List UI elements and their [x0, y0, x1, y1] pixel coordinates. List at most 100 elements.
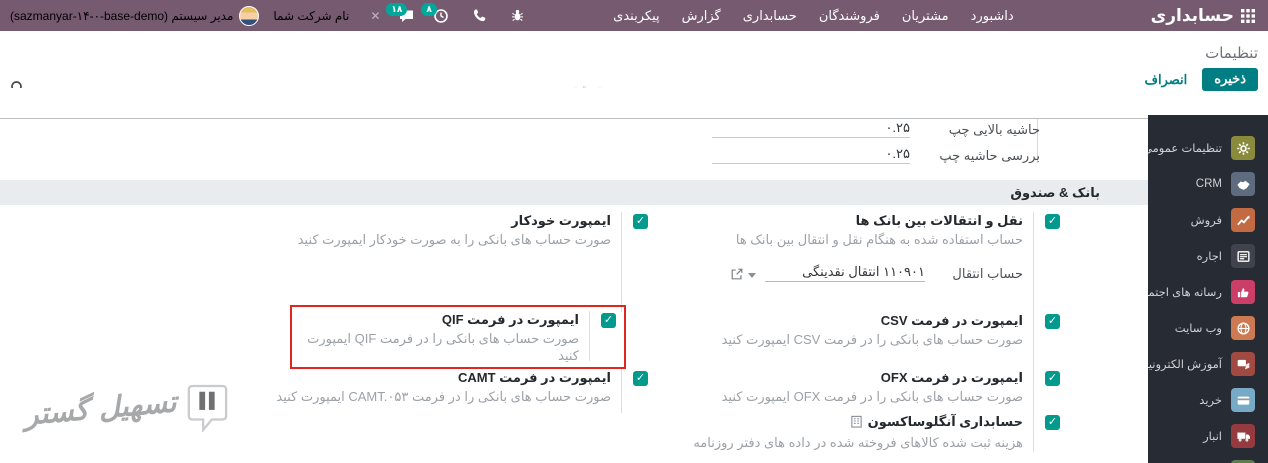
section-header-bank-cash: بانک & صندوق — [0, 180, 1148, 205]
settings-sidebar: تنظیمات عمومی CRM فروش اجاره رسانه های ا… — [1148, 115, 1268, 463]
nav-item-accounting[interactable]: حسابداری — [732, 0, 808, 31]
checkbox-anglo-saxon[interactable] — [1045, 415, 1060, 430]
app-title[interactable]: حسابداری — [1151, 6, 1234, 26]
systray-x-icon[interactable]: ✕ — [370, 9, 380, 23]
transfer-account-field: حساب انتقال ۱۱۰۹۰۱ انتقال نقدینگی — [652, 264, 1023, 283]
setting-description: هزینه ثبت شده کالاهای فروخته شده در داده… — [693, 435, 1023, 451]
sidebar-item-general-settings[interactable]: تنظیمات عمومی — [1148, 130, 1268, 166]
checkbox-csv-import[interactable] — [1045, 314, 1060, 329]
transfer-account-value[interactable]: ۱۱۰۹۰۱ انتقال نقدینگی — [765, 264, 925, 283]
checkbox-ofx-import[interactable] — [1045, 371, 1060, 386]
setting-qif-import-highlighted: ایمپورت در فرمت QIF صورت حساب های بانکی … — [290, 305, 626, 369]
gear-icon — [1231, 136, 1255, 160]
field-label: حاشیه بالایی چپ — [948, 122, 1040, 137]
sidebar-item-label: وب سایت — [1174, 323, 1222, 335]
checkbox-auto-import[interactable] — [633, 214, 648, 229]
sidebar-item-partial[interactable] — [1148, 454, 1268, 463]
field-label: حساب انتقال — [952, 266, 1023, 282]
nav-item-configuration[interactable]: پیکربندی — [602, 0, 670, 31]
messages-icon[interactable]: ۱۸ — [386, 2, 415, 24]
settings-form: حاشیه بالایی چپ ۰.۲۵ بررسی حاشیه چپ ۰.۲۵… — [0, 88, 1148, 463]
field-check-left-margin: بررسی حاشیه چپ ۰.۲۵ — [712, 143, 1040, 164]
setting-description: حساب استفاده شده به هنگام نقل و انتقال ب… — [735, 232, 1023, 248]
company-switcher[interactable]: نام شرکت شما — [273, 9, 349, 23]
sidebar-item-purchase[interactable]: خرید — [1148, 382, 1268, 418]
sidebar-item-label: فروش — [1190, 215, 1222, 227]
setting-title: ایمپورت در فرمت CSV — [880, 313, 1023, 328]
sidebar-item-label: رسانه های اجتماعی — [1148, 287, 1222, 299]
handshake-icon — [1231, 172, 1255, 196]
activities-badge: ۸ — [421, 2, 437, 16]
setting-title: ایمپورت در فرمت CAMT — [457, 370, 611, 385]
discard-button[interactable]: انصراف — [1145, 72, 1188, 88]
control-panel: تنظیمات ذخیره انصراف — [0, 31, 1268, 104]
breadcrumb: تنظیمات — [1205, 45, 1258, 62]
sidebar-item-label: خرید — [1199, 395, 1222, 407]
sidebar-item-label: CRM — [1195, 178, 1222, 190]
apps-menu-icon[interactable] — [1234, 8, 1268, 24]
watermark-shield-icon — [187, 384, 227, 432]
thumbs-up-icon — [1231, 280, 1255, 304]
nav-item-vendors[interactable]: فروشندگان — [808, 0, 891, 31]
sidebar-item-elearning[interactable]: آموزش الکترونیکی — [1148, 346, 1268, 382]
save-button[interactable]: ذخیره — [1202, 68, 1258, 91]
avatar — [239, 5, 260, 26]
checkbox-camt-import[interactable] — [633, 371, 648, 386]
external-link-icon[interactable] — [730, 267, 744, 281]
watermark-logo: تسهیل گستر — [22, 384, 229, 432]
sidebar-item-sales[interactable]: فروش — [1148, 202, 1268, 238]
phone-icon[interactable] — [472, 8, 487, 23]
sidebar-item-label: اجاره — [1196, 251, 1222, 263]
setting-description: صورت حساب های بانکی را در فرمت CSV ایمپو… — [721, 332, 1023, 348]
credit-card-icon — [1231, 388, 1255, 412]
elearning-icon — [1231, 352, 1255, 376]
setting-ofx-import: ایمپورت در فرمت OFX صورت حساب های بانکی … — [648, 369, 1060, 413]
sidebar-item-label: انبار — [1203, 431, 1222, 443]
systray: مدیر سیستم (sazmanyar-۱۴-۰-base-demo) نا… — [0, 0, 534, 31]
field-value[interactable]: ۰.۲۵ — [712, 120, 910, 138]
main-menu: داشبورد مشتریان فروشندگان حسابداری گزارش… — [602, 0, 1024, 31]
checkbox-qif-import[interactable] — [601, 313, 616, 328]
sidebar-item-label: آموزش الکترونیکی — [1148, 359, 1222, 371]
nav-item-customers[interactable]: مشتریان — [891, 0, 960, 31]
setting-auto-import: ایمپورت خودکار صورت حساب های بانکی را به… — [228, 212, 648, 312]
building-icon — [850, 415, 863, 432]
setting-description: صورت حساب های بانکی را در فرمت CAMT.۰۵۳ … — [276, 389, 611, 405]
setting-title: ایمپورت در فرمت OFX — [880, 370, 1023, 385]
sidebar-item-inventory[interactable]: انبار — [1148, 418, 1268, 454]
sidebar-item-website[interactable]: وب سایت — [1148, 310, 1268, 346]
sidebar-item-rental[interactable]: اجاره — [1148, 238, 1268, 274]
watermark-text: تسهیل گستر — [22, 384, 178, 432]
setting-title: حسابداری آنگلوساکسون — [867, 414, 1023, 429]
sidebar-item-crm[interactable]: CRM — [1148, 166, 1268, 202]
setting-camt-import: ایمپورت در فرمت CAMT صورت حساب های بانکی… — [228, 369, 648, 413]
bug-icon[interactable] — [510, 8, 525, 23]
setting-title: ایمپورت خودکار — [511, 213, 611, 228]
nav-item-reporting[interactable]: گزارش — [671, 0, 732, 31]
user-name: مدیر سیستم (sazmanyar-۱۴-۰-base-demo) — [10, 8, 234, 23]
sidebar-item-social[interactable]: رسانه های اجتماعی — [1148, 274, 1268, 310]
truck-icon — [1231, 424, 1255, 448]
setting-title: ایمپورت در فرمت QIF — [441, 312, 579, 327]
setting-description: صورت حساب های بانکی را در فرمت OFX ایمپو… — [721, 389, 1023, 405]
checkbox-bank-transfers[interactable] — [1045, 214, 1060, 229]
activities-icon[interactable]: ۸ — [421, 2, 449, 24]
setting-description: صورت حساب های بانکی را در فرمت QIF ایمپو… — [307, 331, 579, 364]
document-icon — [1231, 244, 1255, 268]
setting-csv-import: ایمپورت در فرمت CSV صورت حساب های بانکی … — [648, 312, 1060, 369]
setting-anglo-saxon: حسابداری آنگلوساکسون هزینه ثبت شده کالاه… — [648, 413, 1060, 453]
settings-grid: نقل و انتقالات بین بانک ها حساب استفاده … — [228, 212, 1060, 453]
setting-description: صورت حساب های بانکی را به صورت خودکار ای… — [297, 232, 611, 248]
sidebar-item-label: تنظیمات عمومی — [1148, 143, 1222, 155]
messages-badge: ۱۸ — [386, 2, 408, 16]
chevron-down-icon[interactable] — [748, 273, 756, 279]
globe-icon — [1231, 316, 1255, 340]
setting-title: نقل و انتقالات بین بانک ها — [855, 213, 1023, 228]
field-top-left-margin: حاشیه بالایی چپ ۰.۲۵ — [712, 117, 1040, 138]
field-label: بررسی حاشیه چپ — [939, 148, 1040, 163]
field-value[interactable]: ۰.۲۵ — [712, 146, 910, 164]
nav-item-dashboard[interactable]: داشبورد — [960, 0, 1025, 31]
setting-bank-transfers: نقل و انتقالات بین بانک ها حساب استفاده … — [648, 212, 1060, 312]
user-menu[interactable]: مدیر سیستم (sazmanyar-۱۴-۰-base-demo) — [0, 5, 267, 26]
chart-line-icon — [1231, 208, 1255, 232]
